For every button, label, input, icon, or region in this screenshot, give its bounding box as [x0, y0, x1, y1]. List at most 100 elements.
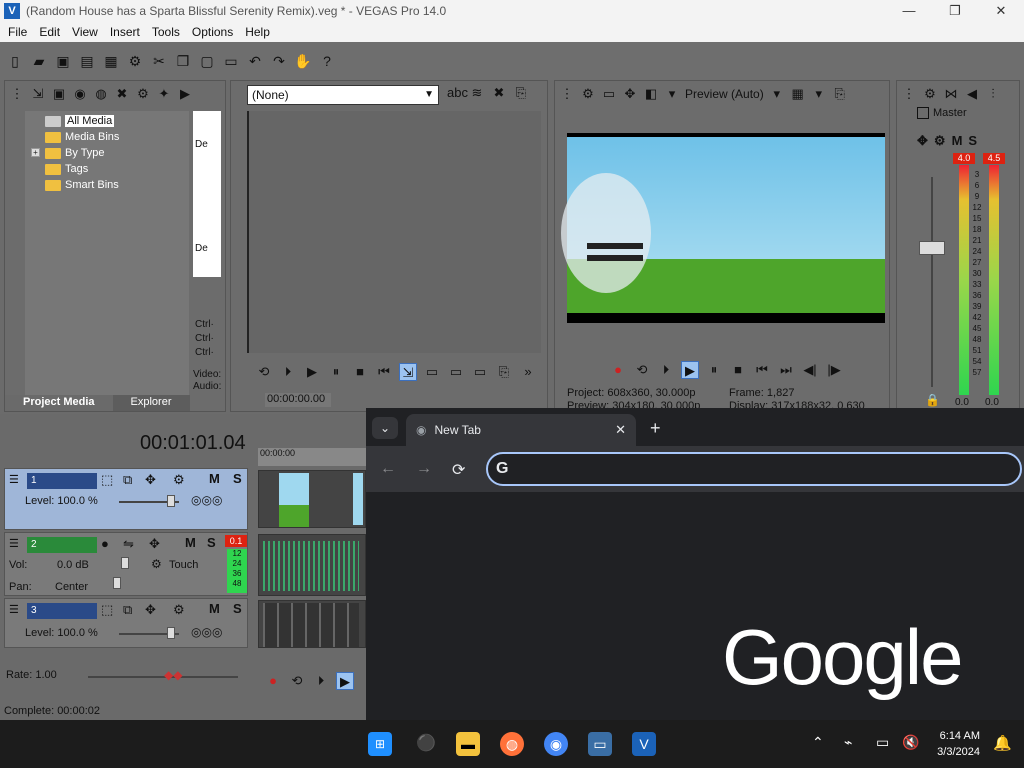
search-icon[interactable]: ⚫	[414, 732, 438, 756]
chevron-down-icon[interactable]: ▾	[664, 86, 680, 102]
tree-item-smart-bins[interactable]: Smart Bins	[45, 177, 119, 193]
cd-icon[interactable]: ◉	[72, 86, 88, 102]
lock-icon[interactable]: 🔒	[925, 393, 940, 407]
tree-item-all-media[interactable]: All Media	[45, 113, 115, 129]
rate-slider[interactable]: ◆◆	[164, 668, 182, 682]
tab-search-button[interactable]: ⌄	[372, 417, 398, 439]
automation-mode[interactable]: Touch	[169, 559, 198, 571]
mixer-icon[interactable]: ⫶	[985, 86, 1001, 102]
play-from-start-icon[interactable]: ⏵	[657, 361, 675, 379]
expand-icon[interactable]: +	[31, 148, 40, 157]
video-clip-track-1[interactable]	[258, 470, 366, 528]
solo-button[interactable]: S	[968, 133, 977, 149]
paste-icon[interactable]: ▢	[198, 52, 216, 70]
trimmer-media-dropdown[interactable]: (None) ▼	[247, 85, 439, 105]
hand-icon[interactable]: ✋	[294, 52, 312, 70]
play-from-start-icon[interactable]: ⏵	[279, 363, 297, 381]
play-icon[interactable]: ▶	[336, 672, 354, 690]
tab-explorer[interactable]: Explorer	[112, 395, 190, 411]
invert-phase-icon[interactable]: ⇋	[123, 536, 134, 552]
composite-icon[interactable]: ✥	[145, 472, 156, 488]
maximize-button[interactable]: ❐	[932, 0, 978, 22]
system-clock[interactable]: 6:14 AM 3/3/2024	[937, 728, 980, 760]
composite-icon[interactable]: ✥	[145, 602, 156, 618]
vegas-icon[interactable]: V	[632, 732, 656, 756]
composite-mode-icon[interactable]: ◎◎◎	[191, 625, 222, 639]
solo-button[interactable]: S	[233, 601, 242, 616]
firefox-icon[interactable]: ◍	[500, 732, 524, 756]
play-from-start-icon[interactable]: ⏵	[312, 672, 330, 690]
menu-view[interactable]: View	[66, 25, 104, 39]
track-header-video-1[interactable]: ☰ 1 ⬚ ⧉ ✥ ⚙ M S Level: 100.0 % ◎◎◎	[4, 468, 248, 530]
reload-icon[interactable]: ⟳	[452, 460, 465, 480]
properties-icon[interactable]: ⚙	[126, 52, 144, 70]
play-icon[interactable]: ▶	[303, 363, 321, 381]
automation-icon[interactable]: ⚙	[151, 557, 162, 571]
menu-help[interactable]: Help	[239, 25, 276, 39]
forward-icon[interactable]: →	[416, 460, 432, 478]
video-clip-track-3[interactable]	[258, 600, 366, 648]
preview-properties-icon[interactable]: ⚙	[580, 86, 596, 102]
chevron-down-icon[interactable]: ▾	[769, 86, 785, 102]
level-slider[interactable]	[167, 495, 175, 507]
close-tab-icon[interactable]: ✕	[615, 422, 626, 438]
menu-insert[interactable]: Insert	[104, 25, 146, 39]
collapse-icon[interactable]: ☰	[9, 537, 19, 550]
menu-tools[interactable]: Tools	[146, 25, 186, 39]
open-icon[interactable]: ▰	[30, 52, 48, 70]
import-icon[interactable]: ⇲	[30, 86, 46, 102]
save-icon[interactable]: ▣	[54, 52, 72, 70]
media-properties-icon[interactable]: ⚙	[135, 86, 151, 102]
record-icon[interactable]: ●	[609, 361, 627, 379]
copy-snapshot-icon[interactable]: ⎘	[832, 86, 848, 102]
trimmer-timecode-box[interactable]: 00:00:00.00	[265, 393, 331, 407]
trim-left-icon[interactable]: ▭	[447, 363, 465, 381]
master-fader[interactable]	[919, 241, 945, 255]
mute-button[interactable]: M	[952, 133, 963, 149]
go-to-start-icon[interactable]: ⏮	[753, 361, 771, 379]
delete-icon[interactable]: ▭	[222, 52, 240, 70]
address-bar[interactable]: G	[486, 452, 1022, 486]
track-settings-icon[interactable]: ⚙	[173, 472, 185, 488]
stop-icon[interactable]: ■	[729, 361, 747, 379]
loop-icon[interactable]: ⟲	[633, 361, 651, 379]
loop-icon[interactable]: ⟲	[255, 363, 273, 381]
chevron-down-icon[interactable]: ▾	[811, 86, 827, 102]
track-fx-icon[interactable]: ⧉	[123, 602, 132, 618]
back-icon[interactable]: ←	[380, 460, 396, 478]
spellcheck-icon[interactable]: abc	[447, 85, 468, 101]
prev-icon[interactable]: ⏮	[375, 363, 393, 381]
prev-frame-icon[interactable]: ◀|	[801, 361, 819, 379]
redo-icon[interactable]: ↷	[270, 52, 288, 70]
media-fx-icon[interactable]: ✦	[156, 86, 172, 102]
network-icon[interactable]: ⌁	[844, 734, 852, 751]
level-slider[interactable]	[167, 627, 175, 639]
tree-item-tags[interactable]: Tags	[45, 161, 88, 177]
audio-clip-track-2[interactable]	[258, 534, 366, 596]
chrome-icon[interactable]: ◉	[544, 732, 568, 756]
pause-icon[interactable]: ⏸	[327, 363, 345, 381]
volume-muted-icon[interactable]: 🔇	[902, 734, 919, 751]
trim-right-icon[interactable]: ▭	[471, 363, 489, 381]
master-properties-icon[interactable]: ⚙	[922, 86, 938, 102]
pan-slider[interactable]	[113, 577, 121, 589]
dim-icon[interactable]: ◀	[964, 86, 980, 102]
play-icon[interactable]: ▶	[177, 86, 193, 102]
clear-icon[interactable]: ✖	[491, 85, 507, 101]
display-icon[interactable]: ▭	[876, 734, 889, 751]
undo-icon[interactable]: ↶	[246, 52, 264, 70]
tab-project-media[interactable]: Project Media	[5, 395, 113, 411]
capture-icon[interactable]: ▣	[51, 86, 67, 102]
arm-record-icon[interactable]: ●	[101, 536, 109, 551]
menu-edit[interactable]: Edit	[33, 25, 66, 39]
render-icon[interactable]: ▦	[102, 52, 120, 70]
web-icon[interactable]: ◍	[93, 86, 109, 102]
track-header-video-3[interactable]: ☰ 3 ⬚ ⧉ ✥ ⚙ M S Level: 100.0 % ◎◎◎	[4, 598, 248, 648]
routing-icon[interactable]: ✥	[149, 536, 160, 552]
menu-file[interactable]: File	[2, 25, 33, 39]
new-tab-button[interactable]: +	[650, 418, 661, 439]
fx-icon[interactable]: ⚙	[934, 133, 946, 149]
stop-icon[interactable]: ■	[351, 363, 369, 381]
collapse-icon[interactable]: ☰	[9, 603, 19, 616]
loop-icon[interactable]: ⟲	[288, 672, 306, 690]
